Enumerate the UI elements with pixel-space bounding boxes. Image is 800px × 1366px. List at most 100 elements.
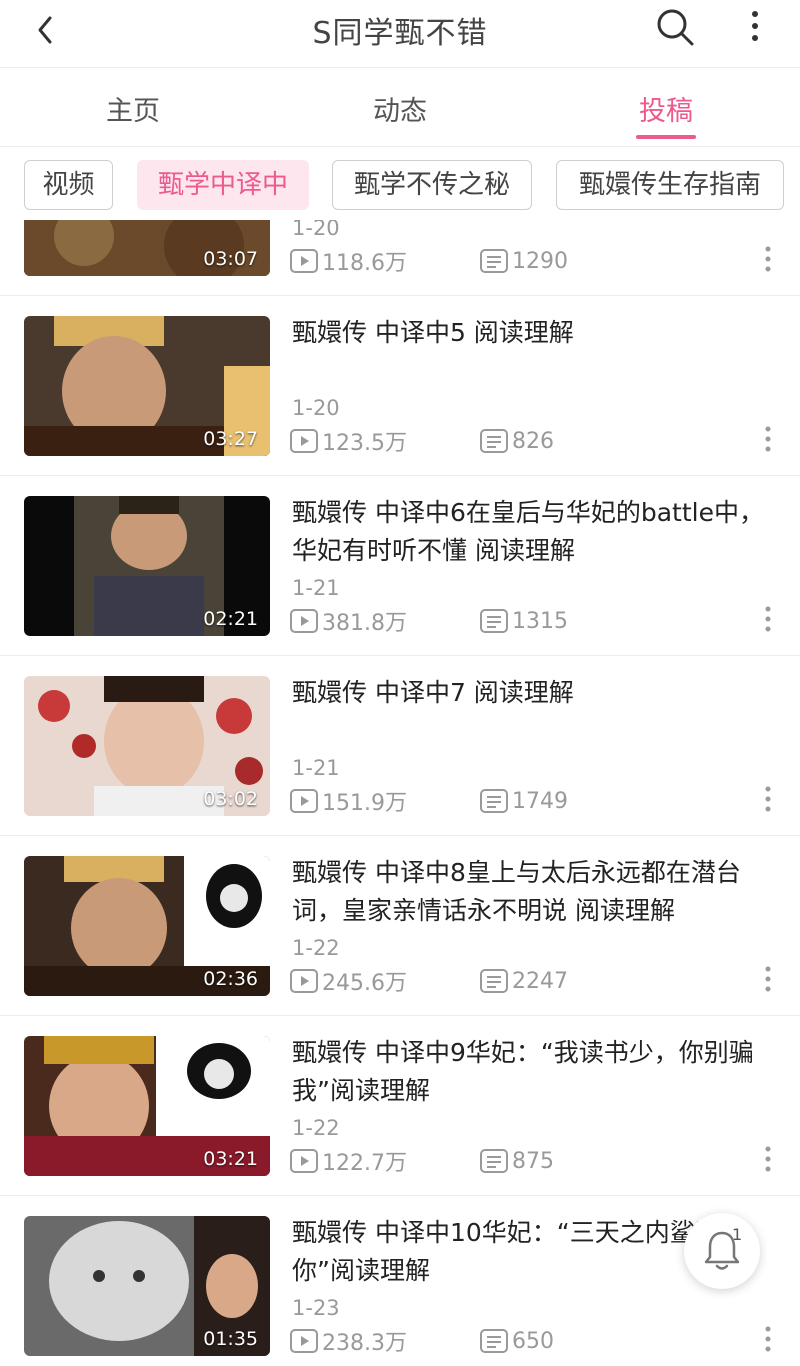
video-item[interactable]: 02:36 甄嬛传 中译中8皇上与太后永远都在潜台词，皇家亲情话永不明说 阅读理… (0, 836, 800, 1016)
video-thumbnail[interactable]: 03:07 (24, 220, 270, 276)
video-duration: 03:27 (203, 428, 258, 450)
comment-count-value: 826 (512, 428, 554, 454)
play-count-value: 381.8万 (322, 611, 407, 636)
video-date: 1-20 (292, 396, 340, 420)
notification-button[interactable]: 1 (684, 1213, 760, 1289)
more-vertical-icon (765, 786, 771, 812)
more-vertical-icon (765, 966, 771, 992)
video-item[interactable]: 03:07 1-20 118.6万 1290 (0, 220, 800, 296)
comment-count: 875 (480, 1146, 554, 1176)
play-count-value: 238.3万 (322, 1331, 407, 1356)
tab-home[interactable]: 主页 (63, 89, 203, 128)
notification-count: 1 (732, 1225, 743, 1244)
play-count-value: 118.6万 (322, 251, 407, 276)
video-thumbnail[interactable]: 03:02 (24, 676, 270, 816)
play-count-icon (290, 969, 318, 993)
video-title[interactable]: 甄嬛传 中译中7 阅读理解 (292, 674, 772, 712)
play-count: 238.3万 (290, 1326, 407, 1356)
video-item[interactable]: 02:21 甄嬛传 中译中6在皇后与华妃的battle中，华妃有时听不懂 阅读理… (0, 476, 800, 656)
comment-count-value: 2247 (512, 968, 568, 994)
video-list: 03:07 1-20 118.6万 1290 03:27 甄嬛传 中译中5 阅读… (0, 220, 800, 1366)
video-date: 1-20 (292, 220, 340, 240)
video-options-button[interactable] (758, 604, 778, 636)
top-bar: S同学甄不错 (0, 0, 800, 68)
play-count-icon (290, 609, 318, 633)
profile-tabs: 主页 动态 投稿 (0, 69, 800, 147)
video-options-button[interactable] (758, 964, 778, 996)
video-date: 1-23 (292, 1296, 340, 1320)
video-options-button[interactable] (758, 1144, 778, 1176)
play-count-value: 245.6万 (322, 971, 407, 996)
comment-count-icon (480, 609, 508, 633)
comment-count-value: 1749 (512, 788, 568, 814)
play-count: 122.7万 (290, 1146, 407, 1176)
video-item[interactable]: 01:35 甄嬛传 中译中10华妃：“三天之内鲨了你”阅读理解 1-23 238… (0, 1196, 800, 1366)
search-button[interactable] (654, 6, 696, 48)
search-icon (657, 9, 694, 46)
video-thumbnail[interactable]: 03:27 (24, 316, 270, 456)
more-vertical-icon (765, 246, 771, 272)
comment-count: 1290 (480, 246, 568, 276)
tab-uploads[interactable]: 投稿 (596, 89, 736, 128)
video-duration: 02:21 (203, 608, 258, 630)
comment-count-icon (480, 249, 508, 273)
chip-zhenxue-secrets[interactable]: 甄学不传之秘 (332, 160, 532, 210)
video-title[interactable]: 甄嬛传 中译中8皇上与太后永远都在潜台词，皇家亲情话永不明说 阅读理解 (292, 854, 772, 930)
video-date: 1-21 (292, 756, 340, 780)
play-count-value: 151.9万 (322, 791, 407, 816)
play-count-icon (290, 429, 318, 453)
play-count-value: 123.5万 (322, 431, 407, 456)
video-title[interactable]: 甄嬛传 中译中9华妃：“我读书少，你别骗我”阅读理解 (292, 1034, 772, 1110)
video-item[interactable]: 03:21 甄嬛传 中译中9华妃：“我读书少，你别骗我”阅读理解 1-22 12… (0, 1016, 800, 1196)
play-count-icon (290, 249, 318, 273)
category-chips: 视频 甄学中译中 甄学不传之秘 甄嬛传生存指南 (0, 148, 800, 220)
chip-survival-guide[interactable]: 甄嬛传生存指南 (556, 160, 784, 210)
comment-count: 2247 (480, 966, 568, 996)
comment-count-value: 650 (512, 1328, 554, 1354)
comment-count-value: 1315 (512, 608, 568, 634)
play-count: 381.8万 (290, 606, 407, 636)
active-tab-indicator (636, 135, 696, 139)
video-thumbnail[interactable]: 01:35 (24, 1216, 270, 1356)
video-duration: 03:21 (203, 1148, 258, 1170)
video-date: 1-22 (292, 1116, 340, 1140)
video-duration: 02:36 (203, 968, 258, 990)
comment-count-icon (480, 1329, 508, 1353)
chip-zhenxue-translation[interactable]: 甄学中译中 (137, 160, 309, 210)
video-thumbnail[interactable]: 02:36 (24, 856, 270, 996)
video-title[interactable]: 甄嬛传 中译中6在皇后与华妃的battle中，华妃有时听不懂 阅读理解 (292, 494, 772, 570)
play-count-value: 122.7万 (322, 1151, 407, 1176)
more-vertical-icon (765, 426, 771, 452)
play-count: 245.6万 (290, 966, 407, 996)
chip-videos[interactable]: 视频 (24, 160, 113, 210)
play-count: 151.9万 (290, 786, 407, 816)
video-options-button[interactable] (758, 424, 778, 456)
video-duration: 01:35 (203, 1328, 258, 1350)
video-options-button[interactable] (758, 244, 778, 276)
more-vertical-icon (752, 11, 758, 41)
video-options-button[interactable] (758, 784, 778, 816)
more-vertical-icon (765, 1146, 771, 1172)
video-item[interactable]: 03:27 甄嬛传 中译中5 阅读理解 1-20 123.5万 826 (0, 296, 800, 476)
video-date: 1-21 (292, 576, 340, 600)
video-thumbnail[interactable]: 03:21 (24, 1036, 270, 1176)
play-count: 123.5万 (290, 426, 407, 456)
video-item[interactable]: 03:02 甄嬛传 中译中7 阅读理解 1-21 151.9万 1749 (0, 656, 800, 836)
more-vertical-icon (765, 1326, 771, 1352)
more-options-button[interactable] (740, 6, 770, 48)
video-thumbnail[interactable]: 02:21 (24, 496, 270, 636)
comment-count: 826 (480, 426, 554, 456)
comment-count-icon (480, 789, 508, 813)
video-options-button[interactable] (758, 1324, 778, 1356)
play-count-icon (290, 1329, 318, 1353)
video-title[interactable]: 甄嬛传 中译中5 阅读理解 (292, 314, 772, 352)
comment-count: 650 (480, 1326, 554, 1356)
more-vertical-icon (765, 606, 771, 632)
comment-count: 1315 (480, 606, 568, 636)
comment-count-icon (480, 1149, 508, 1173)
comment-count-icon (480, 969, 508, 993)
tab-activity[interactable]: 动态 (330, 89, 470, 128)
comment-count-value: 1290 (512, 248, 568, 274)
play-count-icon (290, 789, 318, 813)
comment-count-icon (480, 429, 508, 453)
